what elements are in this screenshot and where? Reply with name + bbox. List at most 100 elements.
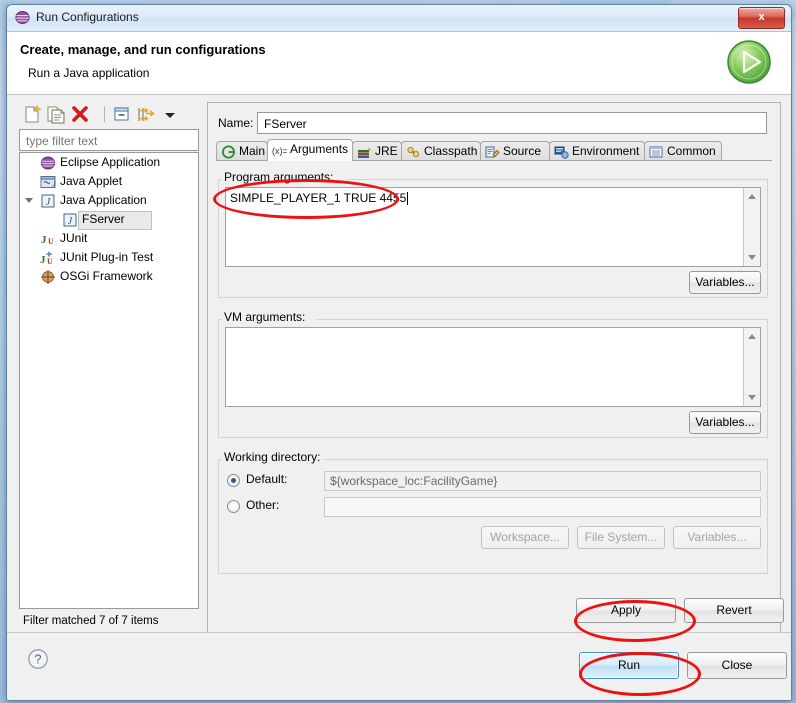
collapse-all-icon[interactable] [111,104,133,125]
working-directory-default-text: ${workspace_loc:FacilityGame} [330,474,498,488]
tab-label: Classpath [424,144,478,158]
java-applet-icon: J [40,174,56,190]
vm-arguments-variables-button[interactable]: Variables... [689,411,761,434]
filter-input[interactable] [24,131,196,151]
apply-button[interactable]: Apply [576,598,676,623]
dialog-header: Create, manage, and run configurations R… [7,32,791,95]
junit-icon: JU [40,231,56,247]
working-directory-variables-button[interactable]: Variables... [673,526,761,549]
chevron-down-icon[interactable] [159,104,181,125]
text-caret [407,192,408,205]
java-application-icon: J [40,193,56,209]
launch-config-tree[interactable]: Eclipse Application J Java Applet J Java App… [19,152,199,609]
program-arguments-scrollbar[interactable] [743,188,760,266]
tab-jre[interactable]: JRE [352,141,402,161]
config-name-input[interactable] [262,114,764,134]
program-arguments-value: SIMPLE_PLAYER_1 TRUE 4455 [230,191,407,205]
environment-tab-icon [554,145,569,159]
config-editor-panel: Name: Main(x)=ArgumentsJREClasspathSourc… [207,102,784,633]
tree-item-label: JUnit Plug-in Test [60,250,154,264]
dialog-title: Run Configurations [36,10,139,24]
java-application-icon: J [62,212,78,228]
tab-environment[interactable]: Environment [549,141,645,161]
tab-main[interactable]: Main [216,141,268,161]
footer-separator [7,632,791,633]
tree-expander-icon[interactable] [25,198,33,207]
working-directory-other-input[interactable] [324,497,761,517]
dialog-footer: ? Run Close [7,632,791,700]
vm-arguments-group: VM arguments: Variables... [218,310,768,438]
run-button[interactable]: Run [579,652,679,679]
svg-text:J: J [40,254,46,266]
file-system-button[interactable]: File System... [577,526,665,549]
tab-label: Common [667,144,716,158]
tree-item-label: Java Application [60,193,147,207]
working-directory-group: Working directory: Default: ${workspace_… [218,450,768,574]
arguments-tab-icon: (x)= [272,143,288,157]
revert-button[interactable]: Revert [684,598,784,623]
eclipse-sphere-icon [40,155,56,171]
tab-common[interactable]: Common [644,141,722,161]
red-x-icon[interactable] [69,104,91,125]
tree-toolbar [19,102,199,128]
new-document-icon[interactable] [21,104,43,125]
tree-item[interactable]: J U JUnit [20,229,198,248]
arguments-tab-pane: Program arguments: SIMPLE_PLAYER_1 TRUE … [216,161,772,624]
dialog-body: Eclipse Application J Java Applet J Java App… [7,95,791,700]
program-arguments-label: Program arguments: [221,170,337,184]
svg-text:U: U [48,237,54,246]
filter-text-box[interactable] [19,129,199,151]
config-tab-bar[interactable]: Main (x)= Arguments JRE Classpath Source Envir… [216,139,772,161]
config-name-row: Name: [218,112,770,134]
toolbar-separator [104,106,105,122]
tab-classpath[interactable]: Classpath [401,141,481,161]
svg-text:?: ? [35,653,42,667]
svg-text:J: J [41,234,47,246]
program-arguments-variables-button[interactable]: Variables... [689,271,761,294]
copy-document-icon[interactable] [45,104,67,125]
tab-arguments[interactable]: (x)= Arguments [267,139,353,161]
tree-item[interactable]: J Java Applet [20,172,198,191]
green-play-icon [725,38,773,86]
program-arguments-textarea[interactable]: SIMPLE_PLAYER_1 TRUE 4455 [225,187,761,267]
tree-item-label: Eclipse Application [60,155,161,169]
tree-item[interactable]: J U JUnit Plug-in Test [20,248,198,267]
filter-arrow-icon[interactable] [135,104,157,125]
dialog-title-bar: Run Configurations x [7,5,791,32]
tree-item-label: FServer [82,212,125,226]
tree-item[interactable]: J Java Application [20,191,198,210]
working-directory-default-label: Default: [246,472,288,486]
tab-label: Source [503,144,542,158]
jre-tab-icon [357,145,372,159]
working-directory-label: Working directory: [221,450,324,464]
tree-item[interactable]: OSGi Framework [20,267,198,286]
working-directory-other-radio[interactable] [227,500,240,513]
tab-label: Arguments [290,142,349,156]
eclipse-sphere-icon [15,10,30,25]
launch-config-tree-panel: Eclipse Application J Java Applet J Java App… [19,102,199,631]
tree-item-label: OSGi Framework [60,269,153,283]
run-configurations-dialog: Run Configurations x Create, manage, and… [6,4,792,701]
working-directory-default-radio[interactable] [227,474,240,487]
page-title: Create, manage, and run configurations [20,42,266,57]
tab-label: JRE [375,144,398,158]
program-arguments-group: Program arguments: SIMPLE_PLAYER_1 TRUE … [218,170,768,298]
tree-item-label: Java Applet [60,174,123,188]
config-name-field[interactable] [257,112,767,134]
close-button[interactable]: Close [687,652,787,679]
workspace-button[interactable]: Workspace... [481,526,569,549]
config-name-label: Name: [218,116,254,130]
tab-source[interactable]: Source [480,141,550,161]
working-directory-default-value: ${workspace_loc:FacilityGame} [324,471,761,491]
main-tab-icon [221,145,236,159]
osgi-icon [40,269,56,285]
page-subtitle: Run a Java application [28,66,150,80]
vm-arguments-textarea[interactable] [225,327,761,407]
help-question-icon[interactable]: ? [27,648,49,670]
tree-item[interactable]: J FServer [20,210,198,230]
vm-arguments-scrollbar[interactable] [743,328,760,406]
close-window-button[interactable]: x [738,7,785,29]
working-directory-other-label: Other: [246,498,280,512]
junit-plugin-icon: JU [40,250,56,266]
tree-item[interactable]: Eclipse Application [20,153,198,172]
